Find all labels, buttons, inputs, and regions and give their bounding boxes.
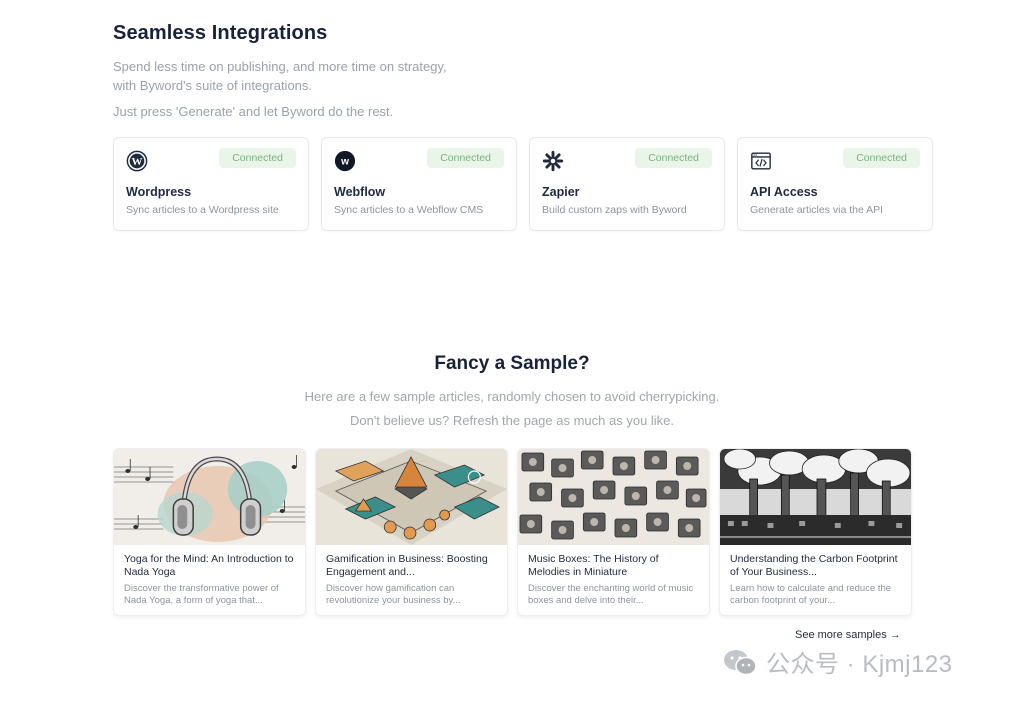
wordpress-icon: W xyxy=(126,150,148,172)
status-badge: Connected xyxy=(219,148,296,168)
watermark-text: 公众号 · Kjmj123 xyxy=(766,651,953,678)
status-badge: Connected xyxy=(635,148,712,168)
article-card[interactable]: Understanding the Carbon Footprint of Yo… xyxy=(719,448,912,616)
samples-subtitle-2: Don't believe us? Refresh the page as mu… xyxy=(349,413,675,428)
integration-description: Build custom zaps with Byword xyxy=(542,204,687,216)
integration-cards: W Connected Wordpress Sync articles to a… xyxy=(113,137,933,231)
integration-card-api[interactable]: Connected API Access Generate articles v… xyxy=(737,137,933,231)
samples-subtitle: Here are a few sample articles, randomly… xyxy=(304,389,720,404)
wechat-icon xyxy=(724,649,757,675)
article-title: Yoga for the Mind: An Introduction to Na… xyxy=(124,553,294,578)
integration-description: Sync articles to a Webflow CMS xyxy=(334,204,484,216)
article-thumbnail-gamification xyxy=(316,449,507,545)
integrations-intro-2: Just press 'Generate' and let Byword do … xyxy=(113,104,394,119)
article-title: Gamification in Business: Boosting Engag… xyxy=(326,553,488,578)
integration-card-wordpress[interactable]: W Connected Wordpress Sync articles to a… xyxy=(113,137,309,231)
see-more-samples-link[interactable]: See more samples → xyxy=(795,629,901,641)
integration-name: Wordpress xyxy=(126,185,192,199)
article-card[interactable]: Music Boxes: The History of Melodies in … xyxy=(517,448,710,616)
svg-text:W: W xyxy=(132,156,143,168)
zapier-icon xyxy=(542,150,564,172)
article-title: Music Boxes: The History of Melodies in … xyxy=(528,553,659,578)
code-window-icon xyxy=(751,152,771,170)
integrations-section: Seamless Integrations Spend less time on… xyxy=(113,22,933,231)
webflow-icon: w xyxy=(334,150,356,172)
article-thumbnail-factory xyxy=(720,449,911,545)
watermark: 公众号 · Kjmj123 xyxy=(722,644,953,679)
integration-card-webflow[interactable]: w Connected Webflow Sync articles to a W… xyxy=(321,137,517,231)
article-card[interactable]: Gamification in Business: Boosting Engag… xyxy=(315,448,508,616)
integration-description: Sync articles to a Wordpress site xyxy=(126,204,279,216)
article-card[interactable]: Yoga for the Mind: An Introduction to Na… xyxy=(113,448,306,616)
integration-description: Generate articles via the API xyxy=(750,204,884,216)
article-thumbnail-headphones xyxy=(114,449,305,545)
status-badge: Connected xyxy=(843,148,920,168)
svg-text:w: w xyxy=(340,157,349,168)
integration-card-zapier[interactable]: Connected Zapier Build custom zaps with … xyxy=(529,137,725,231)
article-title: Understanding the Carbon Footprint of Yo… xyxy=(730,553,898,578)
article-thumbnail-music-boxes xyxy=(518,449,709,545)
sample-articles: Yoga for the Mind: An Introduction to Na… xyxy=(113,448,912,616)
samples-title: Fancy a Sample? xyxy=(434,353,590,374)
integration-name: API Access xyxy=(750,185,818,199)
article-description: Discover the transformative power of Nad… xyxy=(124,583,279,606)
integrations-title: Seamless Integrations xyxy=(113,22,328,44)
integrations-intro: Spend less time on publishing, and more … xyxy=(113,59,447,93)
integration-name: Zapier xyxy=(542,185,580,199)
article-description: Discover the enchanting world of music b… xyxy=(528,583,694,606)
integration-name: Webflow xyxy=(334,185,386,199)
status-badge: Connected xyxy=(427,148,504,168)
article-description: Discover how gamification can revolution… xyxy=(326,583,461,606)
article-description: Learn how to calculate and reduce the ca… xyxy=(730,583,892,606)
